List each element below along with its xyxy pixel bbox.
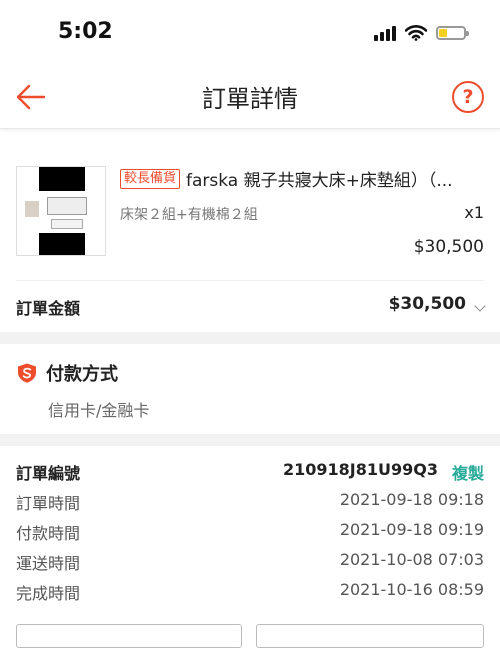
info-label: 訂單時間	[16, 494, 81, 513]
completion-time-row: 完成時間 2021-10-16 08:59	[16, 576, 484, 606]
payment-section: 付款方式 信用卡/金融卡	[16, 346, 484, 434]
product-variant: 床架２組+有機棉２組	[120, 207, 258, 223]
payment-time-row: 付款時間 2021-09-18 09:19	[16, 516, 484, 546]
preorder-tag: 較長備貨	[120, 169, 181, 189]
wifi-icon	[405, 25, 427, 41]
order-number-value: 210918J81U99Q3	[282, 460, 438, 479]
action-button[interactable]	[16, 624, 242, 648]
payment-title: 付款方式	[46, 364, 118, 385]
section-divider	[0, 332, 500, 344]
shield-s-icon	[18, 363, 36, 383]
info-value: 2021-10-16 08:59	[339, 580, 484, 599]
product-quantity: x1	[464, 203, 484, 222]
status-bar: 5:02	[0, 0, 500, 66]
info-label: 付款時間	[16, 524, 81, 543]
order-info-section: 訂單編號 210918J81U99Q3 複製 訂單時間 2021-09-18 0…	[16, 448, 484, 608]
battery-low-icon	[436, 26, 469, 40]
help-button[interactable]: ?	[452, 81, 484, 113]
order-number-row: 訂單編號 210918J81U99Q3 複製	[16, 456, 484, 486]
order-number-label: 訂單編號	[16, 464, 81, 483]
info-value: 2021-09-18 09:19	[339, 520, 484, 539]
section-divider	[0, 434, 500, 446]
shipping-time-row: 運送時間 2021-10-08 07:03	[16, 546, 484, 576]
cellular-signal-icon	[374, 25, 396, 41]
page-title: 訂單詳情	[202, 85, 298, 113]
bottom-action-bar	[0, 624, 500, 648]
info-label: 運送時間	[16, 554, 81, 573]
status-time: 5:02	[58, 19, 113, 44]
order-total-value: $30,500	[388, 294, 466, 314]
status-icons	[374, 22, 469, 44]
product-name: farska 親子共寢大床+床墊組）（...	[186, 171, 453, 191]
info-value: 2021-10-08 07:03	[339, 550, 484, 569]
product-thumbnail	[16, 166, 106, 256]
product-item[interactable]: 較長備貨 farska 親子共寢大床+床墊組）（... 床架２組+有機棉２組 x…	[16, 150, 484, 281]
product-price: $30,500	[413, 237, 484, 257]
order-total-label: 訂單金額	[16, 299, 81, 318]
header-bar: 訂單詳情 ?	[0, 66, 500, 129]
order-time-row: 訂單時間 2021-09-18 09:18	[16, 486, 484, 516]
action-button[interactable]	[256, 624, 484, 648]
payment-method: 信用卡/金融卡	[48, 401, 150, 420]
info-label: 完成時間	[16, 584, 81, 603]
copy-button[interactable]: 複製	[452, 460, 484, 484]
chevron-down-icon	[474, 300, 486, 312]
order-total-row[interactable]: 訂單金額 $30,500	[16, 282, 486, 330]
info-value: 2021-09-18 09:18	[339, 490, 484, 509]
